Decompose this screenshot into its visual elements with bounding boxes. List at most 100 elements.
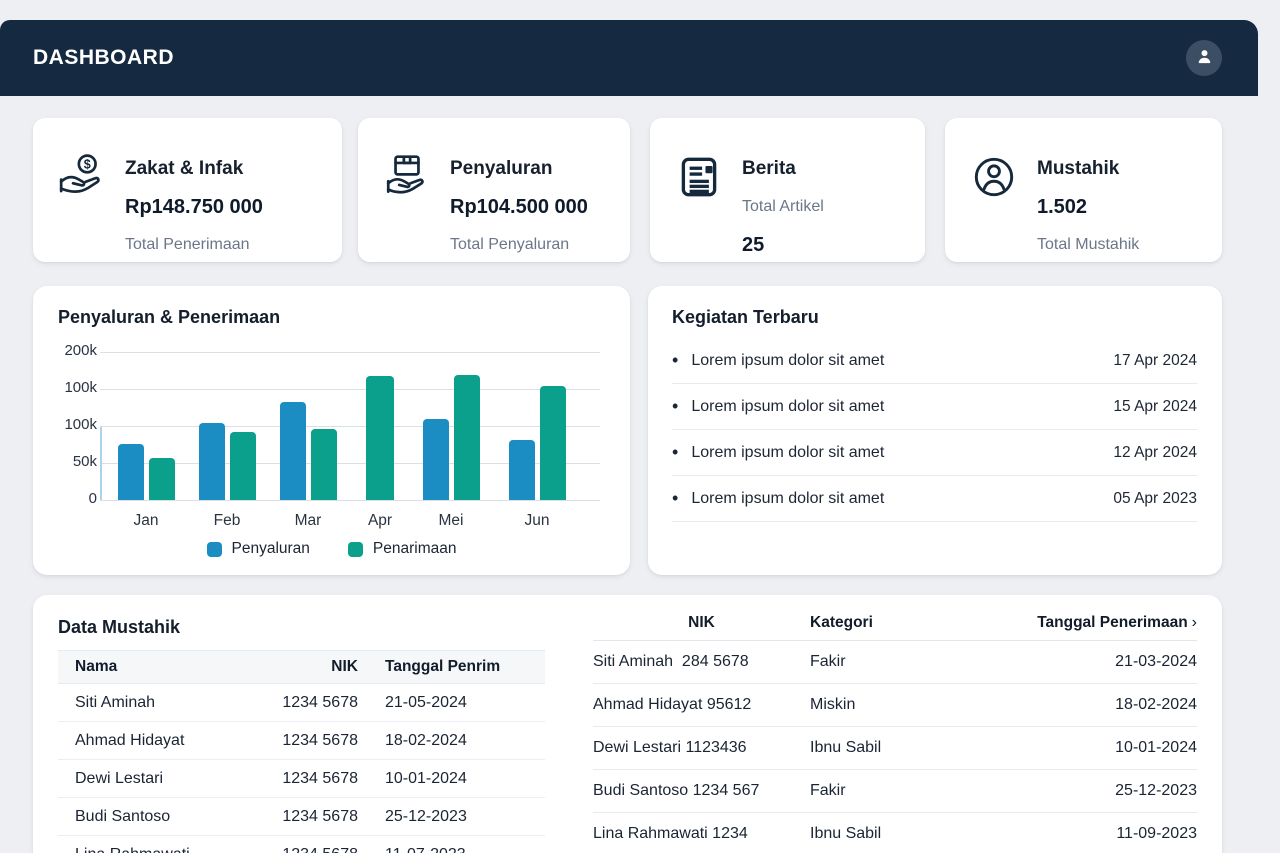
x-axis-tick-label: Feb (195, 512, 259, 530)
table-body: Siti Aminah 284 5678Fakir21-03-2024Ahmad… (593, 641, 1197, 853)
chart-panel: Penyaluran & Penerimaan 200k100k100k50k0… (33, 286, 630, 575)
table-cell: Siti Aminah 284 5678 (593, 653, 810, 671)
activity-item: •Lorem ipsum dolor sit amet12 Apr 2024 (672, 430, 1197, 476)
x-axis-tick-label: Mar (276, 512, 340, 530)
activities-list: • Lorem ipsum dolor sit amet 17 Apr 2024 • L… (672, 338, 1197, 522)
stat-card: PenyaluranRp104.500 000Total Penyaluran (358, 118, 630, 262)
activity-item: •Lorem ipsum dolor sit amet15 Apr 2024 (672, 384, 1197, 430)
bullet-icon: • (672, 488, 678, 509)
x-axis-tick-label: Jun (505, 512, 569, 530)
hand-coin-icon: $ (57, 152, 107, 202)
activity-date: 17 Apr 2024 (1113, 352, 1197, 370)
table-cell: Miskin (810, 696, 1035, 714)
table-cell: 21-03-2024 (1035, 653, 1197, 671)
avatar-button[interactable] (1186, 40, 1222, 76)
stat-card-value: 25 (742, 226, 824, 264)
user-icon (1194, 46, 1215, 70)
top-bar: DASHBOARD (0, 20, 1258, 96)
chart-gridline (100, 426, 600, 427)
table-cell: 1234 5678 (273, 846, 358, 853)
dashboard-page: DASHBOARD $ Zakat & InfakRp148.750 000To… (0, 0, 1280, 853)
y-axis-tick-label: 0 (33, 490, 97, 507)
table-cell: 1234 5678 (273, 694, 358, 712)
stat-card-text: BeritaTotal Artikel25 (742, 150, 824, 262)
table-row: Ahmad Hidayat 95612Miskin18-02-2024 (593, 684, 1197, 727)
svg-text:$: $ (84, 158, 91, 172)
stat-card-value: Rp148.750 000 (125, 188, 263, 226)
table-cell: 25-12-2023 (1035, 782, 1197, 800)
stat-card-text: Mustahik1.502Total Mustahik (1037, 150, 1139, 262)
legend-label: Penarimaan (373, 540, 457, 558)
column-header: Kategori (810, 614, 1035, 632)
table-cell: 10-01-2024 (1035, 739, 1197, 757)
legend-item[interactable]: Penarimaan (348, 540, 457, 558)
table-row: Dewi Lestari1234 567810-01-2024 (58, 760, 545, 798)
table-cell: 1234 5678 (273, 808, 358, 826)
chart-bar (509, 440, 535, 500)
column-header: Tanggal Penrim (358, 658, 545, 676)
x-axis-tick-label: Jan (114, 512, 178, 530)
chart-bar (230, 432, 256, 500)
table-cell: 11-07-2023 (358, 846, 545, 853)
table-header-row: NIK KategoriTanggal Penerimaan› (593, 605, 1197, 641)
table-cell: Ibnu Sabil (810, 739, 1035, 757)
activity-date: 15 Apr 2024 (1113, 398, 1197, 416)
chart-gridline (100, 352, 600, 353)
chart-bar (149, 458, 175, 500)
table-cell: Ibnu Sabil (810, 825, 1035, 843)
column-header-label: NIK (688, 614, 715, 631)
stat-card-subtitle: Total Penerimaan (125, 226, 263, 264)
chart-bar (118, 444, 144, 500)
table-row: Ahmad Hidayat1234 567818-02-2024 (58, 722, 545, 760)
bullet-icon: • (672, 442, 678, 463)
activity-text: Lorem ipsum dolor sit amet (691, 444, 884, 462)
chart-legend: Penyaluran Penarimaan (33, 540, 630, 558)
table-row: Budi Santoso1234 567825-12-2023 (58, 798, 545, 836)
table-cell: Siti Aminah (58, 694, 273, 712)
y-axis-tick-label: 100k (33, 416, 97, 433)
stat-card-value: 1.502 (1037, 188, 1139, 226)
table-cell: 11-09-2023 (1035, 825, 1197, 843)
column-header-sortable[interactable]: Tanggal Penerimaan› (1035, 614, 1197, 632)
table-cell: Lina Rahmawati (58, 846, 273, 853)
table-row: Siti Aminah1234 567821-05-2024 (58, 684, 545, 722)
chart-bar (366, 376, 394, 500)
page-title: DASHBOARD (33, 46, 174, 70)
y-axis-tick-label: 50k (33, 453, 97, 470)
activity-text: Lorem ipsum dolor sit amet (691, 490, 884, 508)
mustahik-table-right: NIK KategoriTanggal Penerimaan› Siti Amina… (593, 605, 1197, 853)
table-cell: 1234 5678 (273, 732, 358, 750)
table-cell: Budi Santoso 1234 567 (593, 782, 810, 800)
legend-swatch (207, 542, 222, 557)
chart-bar (280, 402, 306, 500)
chart-gridline (100, 389, 600, 390)
x-axis-tick-label: Apr (348, 512, 412, 530)
y-axis-tick-label: 100k (33, 379, 97, 396)
table-row: Lina Rahmawati1234 567811-07-2023 (58, 836, 545, 853)
user-circle-icon (969, 152, 1019, 202)
chart-bar (423, 419, 449, 500)
mustahik-panel: Data Mustahik NamaNIKTanggal PenrimSiti … (33, 595, 1222, 853)
chart-bar (540, 386, 566, 500)
chart-title: Penyaluran & Penerimaan (58, 307, 280, 328)
stat-card-title: Penyaluran (450, 150, 588, 188)
activity-text: Lorem ipsum dolor sit amet (691, 352, 884, 370)
stat-card-text: Zakat & InfakRp148.750 000Total Penerima… (125, 150, 263, 262)
table-row: Dewi Lestari 1123436Ibnu Sabil10-01-2024 (593, 727, 1197, 770)
table-row: Siti Aminah 284 5678Fakir21-03-2024 (593, 641, 1197, 684)
table-cell: 18-02-2024 (358, 732, 545, 750)
stat-card: $ Zakat & InfakRp148.750 000Total Peneri… (33, 118, 342, 262)
table-row: Lina Rahmawati 1234Ibnu Sabil11-09-2023 (593, 813, 1197, 853)
chart-bar (454, 375, 480, 500)
mustahik-table-left: NamaNIKTanggal PenrimSiti Aminah1234 567… (58, 650, 545, 853)
chart-gridline (100, 500, 600, 501)
legend-label: Penyaluran (232, 540, 310, 558)
stat-card-value: Rp104.500 000 (450, 188, 588, 226)
hand-package-icon (382, 152, 432, 202)
activities-panel: Kegiatan Terbaru •Lorem ipsum dolor sit … (648, 286, 1222, 575)
activity-text: Lorem ipsum dolor sit amet (691, 398, 884, 416)
stat-card: Mustahik1.502Total Mustahik (945, 118, 1222, 262)
legend-item[interactable]: Penyaluran (207, 540, 310, 558)
stat-card-subtitle: Total Penyaluran (450, 226, 588, 264)
x-axis-tick-label: Mei (419, 512, 483, 530)
